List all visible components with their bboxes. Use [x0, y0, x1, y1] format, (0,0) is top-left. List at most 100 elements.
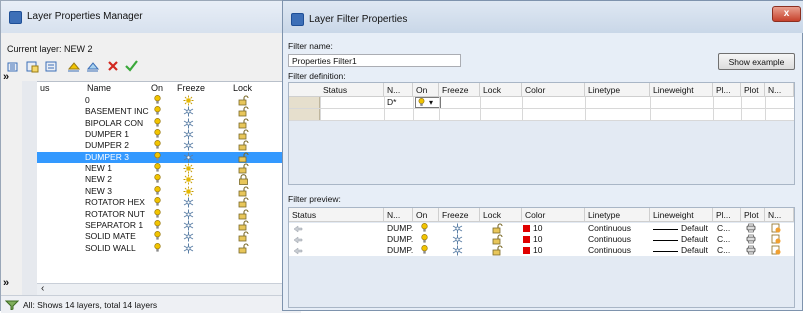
layer-name[interactable]: DUMPER 3 — [85, 152, 129, 163]
layer-list[interactable]: us Name On Freeze Lock 0 BASEMENT INC BIPO… — [37, 81, 301, 284]
preview-col-header[interactable]: Linetype — [585, 208, 650, 222]
layer-states-manager-icon[interactable] — [45, 60, 58, 73]
def-col-header[interactable]: On — [413, 83, 439, 97]
def-col-header[interactable]: Status — [289, 83, 384, 97]
layer-name[interactable]: BIPOLAR CON — [85, 118, 143, 129]
layer-row[interactable]: ROTATOR HEX — [37, 197, 301, 208]
layer-name[interactable]: NEW 2 — [85, 174, 112, 185]
lock-open-icon[interactable] — [238, 163, 249, 174]
filter-name-input[interactable]: Properties Filter1 — [288, 54, 461, 67]
lightbulb-on-icon[interactable] — [154, 231, 161, 241]
def-col-header[interactable]: Color — [522, 83, 585, 97]
layer-name[interactable]: SOLID MATE — [85, 231, 136, 242]
lock-open-icon[interactable] — [238, 231, 249, 242]
new-layer-vp-frozen-icon[interactable] — [86, 60, 100, 73]
lightbulb-on-icon[interactable] — [154, 129, 161, 139]
layer-name[interactable]: BASEMENT INC — [85, 106, 149, 117]
lightbulb-on-icon[interactable] — [154, 95, 161, 105]
preview-col-header[interactable]: Freeze — [439, 208, 480, 222]
col-lock-header[interactable]: Lock — [233, 82, 252, 94]
lightbulb-on-icon[interactable] — [154, 117, 161, 128]
lock-open-icon[interactable] — [238, 95, 249, 106]
preview-col-header[interactable]: Lineweight — [650, 208, 713, 222]
lightbulb-on-icon[interactable] — [154, 106, 161, 116]
snowflake-frozen-icon[interactable] — [183, 243, 194, 254]
lightbulb-on-icon[interactable] — [154, 163, 161, 173]
layer-name[interactable]: DUMPER 1 — [85, 129, 129, 140]
layer-name[interactable]: ROTATOR NUT — [85, 209, 145, 220]
def-col-header[interactable]: N... — [765, 83, 794, 97]
preview-row[interactable]: DUMP. 10 Continuous Default C... — [289, 223, 794, 234]
lock-open-icon[interactable] — [238, 197, 249, 208]
layer-name[interactable]: SOLID WALL — [85, 243, 136, 254]
filter-definition-grid[interactable]: Status N... On Freeze Lock Color Linetype Linew… — [288, 82, 795, 185]
lock-open-icon[interactable] — [238, 106, 249, 117]
preview-col-header[interactable]: On — [413, 208, 439, 222]
sun-thawed-icon[interactable] — [183, 186, 194, 197]
def-col-header[interactable]: Lineweight — [650, 83, 713, 97]
show-example-button[interactable]: Show example — [718, 53, 795, 70]
close-button[interactable]: x — [772, 6, 801, 22]
col-freeze-header[interactable]: Freeze — [177, 82, 205, 94]
lightbulb-on-icon[interactable] — [154, 208, 161, 219]
lightbulb-on-icon[interactable] — [154, 219, 161, 230]
layer-row[interactable]: BIPOLAR CON — [37, 118, 301, 129]
layer-row[interactable]: NEW 1 — [37, 163, 301, 174]
layer-row[interactable]: 0 — [37, 95, 301, 106]
layer-name[interactable]: DUMPER 2 — [85, 140, 129, 151]
lock-open-icon[interactable] — [238, 129, 249, 140]
col-status-header[interactable]: us — [40, 82, 50, 94]
lock-open-icon[interactable] — [238, 220, 249, 231]
lfp-title-bar[interactable]: Layer Filter Properties x — [283, 1, 803, 33]
row-header[interactable] — [289, 109, 320, 120]
col-name-header[interactable]: Name — [87, 82, 111, 94]
snowflake-frozen-icon[interactable] — [183, 220, 194, 231]
layer-row[interactable]: SOLID WALL — [37, 243, 301, 254]
snowflake-frozen-icon[interactable] — [183, 140, 194, 151]
snowflake-frozen-icon[interactable] — [183, 209, 194, 220]
layer-row[interactable]: BASEMENT INC — [37, 106, 301, 117]
expand-filters-button[interactable]: » — [3, 71, 19, 85]
sun-thawed-icon[interactable] — [183, 163, 194, 174]
filter-tree-collapsed-pane[interactable] — [22, 81, 38, 295]
def-name-cell[interactable]: D* — [387, 97, 396, 108]
def-col-header[interactable]: Lock — [480, 83, 522, 97]
lightbulb-on-icon[interactable] — [154, 151, 161, 162]
lightbulb-on-icon[interactable] — [154, 197, 161, 207]
new-layer-icon[interactable] — [67, 60, 81, 73]
scroll-left-arrow[interactable]: ‹ — [41, 283, 44, 294]
sun-thawed-icon[interactable] — [183, 174, 194, 185]
lightbulb-on-icon[interactable] — [154, 174, 161, 184]
layer-name[interactable]: NEW 1 — [85, 163, 112, 174]
lpm-title-bar[interactable]: Layer Properties Manager — [1, 1, 301, 33]
def-on-dropdown[interactable]: ▾ — [415, 97, 441, 108]
preview-row[interactable]: DUMP. 10 Continuous Default C... — [289, 245, 794, 256]
sun-thawed-icon[interactable] — [183, 95, 194, 106]
layer-name[interactable]: SEPARATOR 1 — [85, 220, 143, 231]
def-col-header[interactable]: Pl... — [713, 83, 741, 97]
preview-col-header[interactable]: N... — [765, 208, 794, 222]
snowflake-frozen-icon[interactable] — [183, 118, 194, 129]
layer-list-hscrollbar[interactable]: ‹ — [37, 283, 301, 295]
layer-row[interactable]: NEW 3 — [37, 186, 301, 197]
delete-layer-icon[interactable] — [107, 60, 119, 72]
invert-filter-icon[interactable] — [5, 299, 19, 310]
preview-col-header[interactable]: Lock — [480, 208, 522, 222]
layer-name[interactable]: NEW 3 — [85, 186, 112, 197]
lock-open-icon[interactable] — [238, 208, 249, 220]
row-header[interactable] — [289, 97, 320, 108]
snowflake-frozen-icon[interactable] — [183, 197, 194, 208]
definition-row-1[interactable]: D* ▾ — [289, 97, 794, 109]
definition-row-2[interactable] — [289, 109, 794, 121]
layer-name[interactable]: 0 — [85, 95, 90, 106]
def-col-header[interactable]: Freeze — [439, 83, 480, 97]
filter-preview-grid[interactable]: Status N... On Freeze Lock Color Linetype Linew… — [288, 207, 795, 308]
layer-row[interactable]: DUMPER 1 — [37, 129, 301, 140]
layer-name[interactable]: ROTATOR HEX — [85, 197, 145, 208]
snowflake-frozen-icon[interactable] — [183, 231, 194, 242]
snowflake-frozen-icon[interactable] — [183, 152, 194, 163]
lock-open-icon[interactable] — [238, 186, 249, 197]
lock-open-icon[interactable] — [238, 140, 249, 151]
lock-closed-icon[interactable] — [238, 174, 249, 186]
lock-open-icon[interactable] — [238, 243, 249, 254]
